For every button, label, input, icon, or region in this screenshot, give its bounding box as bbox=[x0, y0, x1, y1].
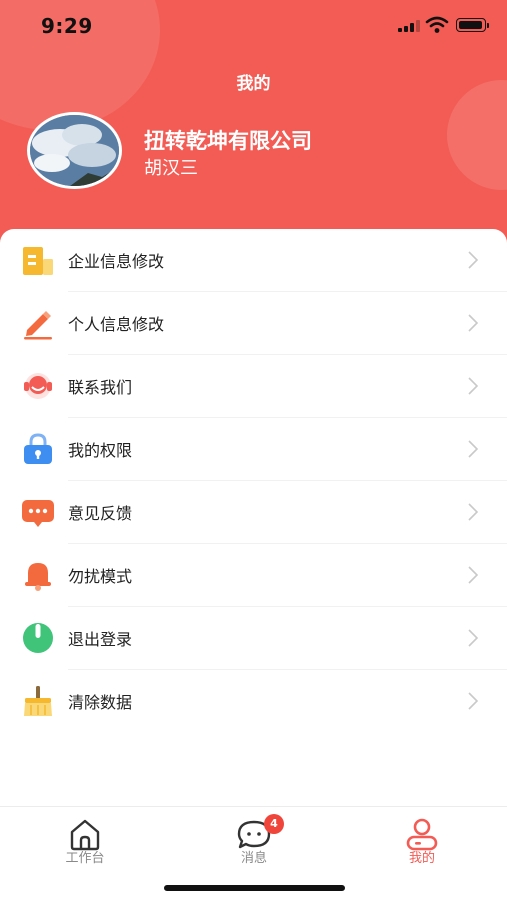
broom-icon bbox=[24, 686, 52, 716]
menu-item-feedback[interactable]: 意见反馈 bbox=[0, 481, 507, 544]
menu-item-label: 我的权限 bbox=[68, 441, 133, 460]
bell-icon bbox=[25, 563, 51, 591]
headset-icon bbox=[24, 373, 52, 399]
status-time: 9:29 bbox=[41, 14, 93, 38]
menu-item-label: 个人信息修改 bbox=[68, 315, 165, 334]
wifi-icon bbox=[425, 16, 449, 33]
menu-item-do-not-disturb[interactable]: 勿扰模式 bbox=[0, 544, 507, 607]
menu-item-label: 联系我们 bbox=[68, 378, 133, 397]
avatar[interactable] bbox=[27, 112, 122, 189]
chevron-right-icon bbox=[468, 377, 479, 395]
chevron-right-icon bbox=[468, 629, 479, 647]
tab-label: 工作台 bbox=[65, 851, 105, 866]
tab-workbench[interactable]: 工作台 bbox=[30, 807, 140, 877]
home-indicator bbox=[164, 885, 345, 891]
status-bar: 9:29 bbox=[0, 0, 507, 54]
menu-item-personal-info[interactable]: 个人信息修改 bbox=[0, 292, 507, 355]
lock-icon bbox=[24, 433, 52, 464]
menu-item-permissions[interactable]: 我的权限 bbox=[0, 418, 507, 481]
tab-mine[interactable]: 我的 bbox=[367, 807, 477, 877]
building-icon bbox=[23, 247, 53, 275]
page-title: 我的 bbox=[236, 74, 271, 94]
message-icon bbox=[22, 500, 54, 527]
tab-label: 我的 bbox=[408, 851, 435, 866]
company-name: 扭转乾坤有限公司 bbox=[144, 129, 312, 153]
menu-item-label: 企业信息修改 bbox=[68, 252, 165, 271]
user-name: 胡汉三 bbox=[144, 158, 198, 179]
menu-item-contact-us[interactable]: 联系我们 bbox=[0, 355, 507, 418]
menu-item-company-info[interactable]: 企业信息修改 bbox=[0, 229, 507, 292]
chevron-right-icon bbox=[468, 314, 479, 332]
chevron-right-icon bbox=[468, 440, 479, 458]
profile-header: 9:29 我的 扭转乾坤有限公司 胡汉三 bbox=[0, 0, 507, 262]
chevron-right-icon bbox=[468, 503, 479, 521]
menu-item-label: 清除数据 bbox=[68, 693, 133, 712]
header-decoration bbox=[447, 80, 507, 190]
battery-icon bbox=[456, 18, 489, 32]
pencil-icon bbox=[24, 311, 52, 340]
unread-badge: 4 bbox=[264, 814, 284, 834]
chevron-right-icon bbox=[468, 692, 479, 710]
menu-item-logout[interactable]: 退出登录 bbox=[0, 607, 507, 670]
profile-screen: 9:29 我的 扭转乾坤有限公司 胡汉三 企业信息修改 个人信息修改 联系我们 … bbox=[0, 0, 507, 900]
menu-item-label: 勿扰模式 bbox=[68, 567, 133, 586]
menu-item-label: 退出登录 bbox=[68, 630, 133, 649]
chevron-right-icon bbox=[468, 251, 479, 269]
menu-list: 企业信息修改 个人信息修改 联系我们 我的权限 意见反馈 勿扰模式 退出登录 清… bbox=[0, 229, 507, 809]
menu-item-label: 意见反馈 bbox=[68, 504, 133, 523]
tab-messages[interactable]: 消息 bbox=[199, 807, 309, 877]
menu-item-clear-data[interactable]: 清除数据 bbox=[0, 670, 507, 733]
cellular-signal-icon bbox=[398, 20, 420, 32]
power-icon bbox=[23, 623, 53, 653]
chevron-right-icon bbox=[468, 566, 479, 584]
tab-label: 消息 bbox=[240, 851, 267, 866]
